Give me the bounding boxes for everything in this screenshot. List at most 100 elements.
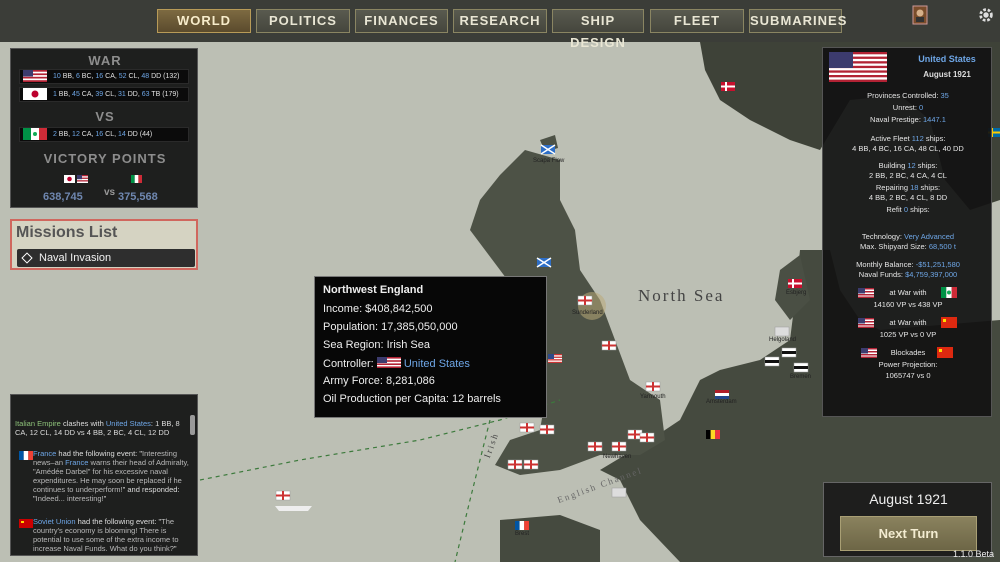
label: ships:	[915, 161, 938, 170]
label: ships:	[908, 205, 930, 214]
us-flag-icon	[376, 357, 401, 368]
war-panel: WAR 10 BB, 6 BC, 16 CA, 52 CL, 48 DD (13…	[10, 48, 198, 208]
war2-label: at War with	[889, 318, 927, 327]
fleet-type: CA,	[103, 73, 119, 80]
fleet-count: 45	[72, 91, 80, 98]
missions-panel: Missions List Naval Invasion	[10, 219, 198, 270]
fleet-type: TB (179)	[149, 91, 179, 98]
province-sea-region: Sea Region: Irish Sea	[323, 339, 431, 351]
vp-right: 375,568	[118, 191, 158, 203]
label: Monthly Balance:	[856, 260, 916, 269]
fleet-type: CL,	[103, 131, 118, 138]
province-oil: Oil Production per Capita: 12 barrels	[323, 393, 501, 405]
fleet-type: CL,	[126, 73, 142, 80]
tab-finances[interactable]: FINANCES	[355, 9, 448, 33]
tab-submarines[interactable]: SUBMARINES	[749, 9, 846, 33]
label: Controller:	[323, 358, 377, 370]
country-name: United States	[918, 54, 976, 64]
fleet-count: 14	[118, 131, 126, 138]
italy-flag-icon	[23, 128, 47, 141]
blockades-label: Blockades	[890, 348, 926, 357]
value: 12	[907, 161, 916, 170]
value: Very Advanced	[904, 232, 955, 241]
turn-panel: August 1921 Next Turn	[823, 482, 992, 557]
war1-vp: 14160 VP vs 438 VP	[873, 300, 943, 309]
log-text: had the following event: "	[56, 449, 142, 458]
label: Naval Funds:	[858, 270, 906, 279]
refit-line: Refit 0 ships:	[823, 205, 993, 215]
fleet-type: BB,	[56, 91, 73, 98]
repairing-line: Repairing 18 ships:	[823, 183, 993, 193]
soviet-flag-icon	[19, 519, 33, 528]
unrest-line: Unrest: 0	[823, 103, 993, 113]
active-fleet-line: Active Fleet 112 ships:	[823, 134, 993, 144]
version-label: 1.1.0 Beta	[952, 549, 994, 559]
label: Repairing	[875, 183, 911, 192]
value: 1447.1	[923, 115, 946, 124]
label: Naval Prestige:	[870, 115, 923, 124]
turn-date: August 1921	[869, 491, 948, 507]
balance-line: Monthly Balance: -$51,251,580	[823, 260, 993, 270]
log-entry: Italian Empire clashes with United State…	[15, 419, 191, 437]
country-name: United States	[105, 419, 151, 428]
value: $4,759,397,000	[905, 270, 958, 279]
log-text: "	[103, 494, 107, 503]
fleet-row-italy: 2 BB, 12 CA, 16 CL, 14 DD (44)	[19, 127, 189, 142]
fleet-type: DD (132)	[149, 73, 180, 80]
technology-line: Technology: Very Advanced	[823, 232, 993, 242]
label: Refit	[886, 205, 904, 214]
tab-fleet[interactable]: FLEET	[650, 9, 744, 33]
province-army: Army Force: 8,281,086	[323, 375, 435, 387]
current-date: August 1921	[923, 70, 971, 79]
building-line: Building 12 ships:	[823, 161, 993, 171]
country-info-panel: United States August 1921 Provinces Cont…	[822, 47, 992, 417]
log-text: "	[173, 544, 177, 553]
prestige-line: Naval Prestige: 1447.1	[823, 115, 993, 125]
china-flag-icon	[937, 347, 953, 358]
event-log[interactable]: Italian Empire clashes with United State…	[10, 394, 198, 556]
log-entry: France had the following event: "Interes…	[15, 449, 191, 503]
controller-name: United States	[403, 358, 470, 370]
province-population: Population: 17,385,050,000	[323, 321, 458, 333]
war2-vp: 1025 VP vs 0 VP	[879, 330, 937, 339]
label: Max. Shipyard Size:	[860, 242, 929, 251]
vs-small-label: vs	[104, 187, 116, 198]
fleet-type: CA,	[79, 131, 96, 138]
tab-world[interactable]: WORLD	[157, 9, 251, 33]
fleet-type: BC,	[79, 73, 96, 80]
italy-flag-icon	[131, 175, 142, 183]
uk-flag-icon	[577, 295, 593, 306]
log-text: clashes with	[60, 419, 106, 428]
china-flag-icon	[941, 317, 957, 328]
allies-flags-icon	[64, 175, 88, 183]
mission-label: Naval Invasion	[39, 252, 112, 264]
value: 112	[911, 134, 924, 143]
tab-politics[interactable]: POLITICS	[256, 9, 350, 33]
funds-line: Naval Funds: $4,759,397,000	[823, 270, 993, 280]
country-name: France	[65, 458, 89, 467]
fleet-type: CL,	[103, 91, 118, 98]
gear-icon[interactable]	[977, 5, 995, 25]
tab-research[interactable]: RESEARCH	[453, 9, 547, 33]
label: ships:	[923, 134, 946, 143]
portrait-icon[interactable]	[911, 5, 929, 25]
us-flag-icon	[829, 52, 887, 82]
label: Unrest:	[892, 103, 920, 112]
label: Technology:	[861, 232, 905, 241]
next-turn-button[interactable]: Next Turn	[840, 516, 977, 551]
province-income: Income: $408,842,500	[323, 303, 433, 315]
label: Active Fleet	[870, 134, 912, 143]
label: Building	[878, 161, 908, 170]
provinces-line: Provinces Controlled: 35	[823, 91, 993, 101]
fleet-type: BB,	[60, 73, 76, 80]
fleet-count: 10	[52, 73, 61, 80]
vp-left: 638,745	[43, 191, 83, 203]
italy-flag-icon	[941, 287, 957, 298]
power-projection-label: Power Projection:	[878, 360, 938, 369]
top-navigation-bar: WORLD POLITICS FINANCES RESEARCH SHIP DE…	[0, 0, 1000, 50]
province-tooltip: Northwest England Income: $408,842,500 P…	[314, 276, 547, 418]
fleet-count: 63	[141, 91, 150, 98]
tab-ship-design[interactable]: SHIP DESIGN	[552, 9, 644, 50]
mission-naval-invasion-button[interactable]: Naval Invasion	[17, 249, 195, 267]
province-controller: Controller: United States	[323, 357, 470, 370]
